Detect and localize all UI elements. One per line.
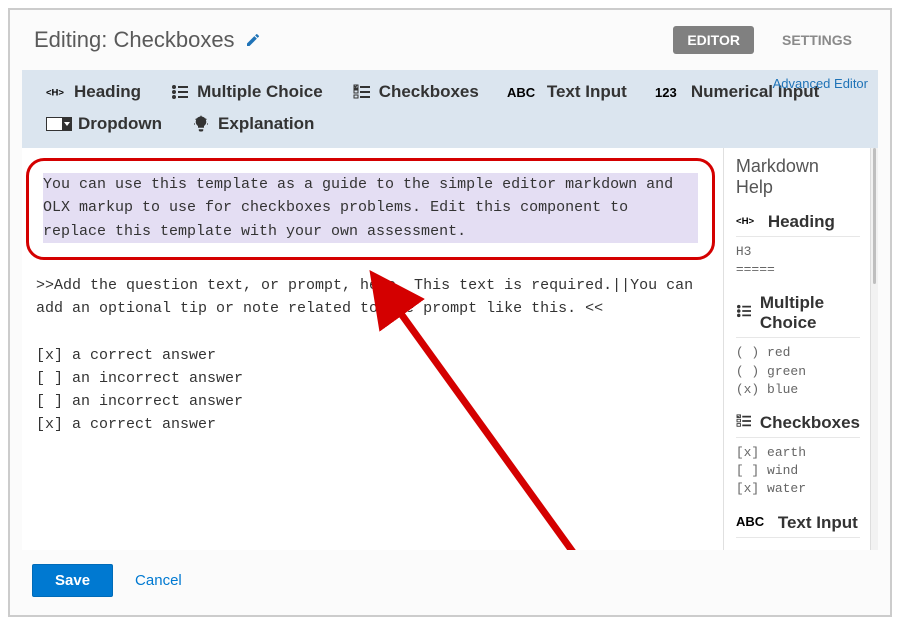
help-ti-label: Text Input <box>778 513 858 533</box>
help-heading-example: H3 ===== <box>736 243 860 279</box>
text-input-icon: ABC <box>736 513 770 533</box>
svg-text:ABC: ABC <box>507 85 536 100</box>
svg-text:123: 123 <box>655 85 677 100</box>
edit-title-icon[interactable] <box>245 32 261 48</box>
toolbar-mc-label: Multiple Choice <box>197 82 323 102</box>
toolbar-heading-label: Heading <box>74 82 141 102</box>
help-heading-row: <H> Heading <box>736 212 860 237</box>
help-title: Markdown Help <box>736 156 860 198</box>
save-button[interactable]: Save <box>32 564 113 597</box>
scrollbar-thumb[interactable] <box>873 148 876 284</box>
dropdown-icon <box>46 115 72 133</box>
numerical-input-icon: 123 <box>655 83 685 101</box>
checkboxes-icon <box>736 413 752 433</box>
editor-textarea[interactable]: You can use this template as a guide to … <box>22 148 723 550</box>
toolbar-ti-label: Text Input <box>547 82 627 102</box>
advanced-editor-link[interactable]: Advanced Editor <box>773 76 868 91</box>
toolbar-checkboxes[interactable]: Checkboxes <box>337 76 493 108</box>
toolbar-explanation[interactable]: Explanation <box>176 108 328 140</box>
svg-text:ABC: ABC <box>736 514 765 528</box>
heading-icon: <H> <box>46 83 68 101</box>
toolbar-dd-label: Dropdown <box>78 114 162 134</box>
toolbar-exp-label: Explanation <box>218 114 314 134</box>
dialog-footer: Save Cancel <box>10 550 890 615</box>
heading-icon: <H> <box>736 212 760 232</box>
help-mc-row: Multiple Choice <box>736 293 860 338</box>
multiple-choice-icon <box>169 83 191 101</box>
svg-text:<H>: <H> <box>46 88 64 99</box>
tab-settings[interactable]: SETTINGS <box>768 26 866 54</box>
toolbar-text-input[interactable]: ABC Text Input <box>493 76 641 108</box>
help-mc-label: Multiple Choice <box>760 293 860 333</box>
toolbar-heading[interactable]: <H> Heading <box>32 76 155 108</box>
intro-text: You can use this template as a guide to … <box>43 173 698 243</box>
dialog-title: Editing: Checkboxes <box>34 27 235 53</box>
toolbar-dropdown[interactable]: Dropdown <box>32 108 176 140</box>
editor-body-text: >>Add the question text, or prompt, here… <box>22 264 723 441</box>
explanation-icon <box>190 115 212 133</box>
title-bar: Editing: Checkboxes EDITOR SETTINGS <box>10 14 890 70</box>
help-cb-example: [x] earth [ ] wind [x] water <box>736 444 860 499</box>
help-mc-example: ( ) red ( ) green (x) blue <box>736 344 860 399</box>
help-heading-label: Heading <box>768 212 835 232</box>
svg-text:<H>: <H> <box>736 216 755 227</box>
markdown-help-panel: Markdown Help <H> Heading H3 ===== Multi… <box>723 148 870 550</box>
cancel-button[interactable]: Cancel <box>135 572 182 589</box>
help-cb-row: Checkboxes <box>736 413 860 438</box>
tab-editor[interactable]: EDITOR <box>673 26 754 54</box>
editor-toolbar: <H> Heading Multiple Choice Checkboxes A… <box>22 70 878 148</box>
help-ti-row: ABC Text Input <box>736 513 860 538</box>
editor-dialog: Editing: Checkboxes EDITOR SETTINGS <H> … <box>8 8 892 617</box>
scrollbar-track[interactable] <box>870 148 878 550</box>
toolbar-multiple-choice[interactable]: Multiple Choice <box>155 76 337 108</box>
help-cb-label: Checkboxes <box>760 413 860 433</box>
toolbar-cb-label: Checkboxes <box>379 82 479 102</box>
intro-highlight: You can use this template as a guide to … <box>26 158 715 260</box>
text-input-icon: ABC <box>507 83 541 101</box>
checkboxes-icon <box>351 83 373 101</box>
multiple-choice-icon <box>736 303 752 323</box>
